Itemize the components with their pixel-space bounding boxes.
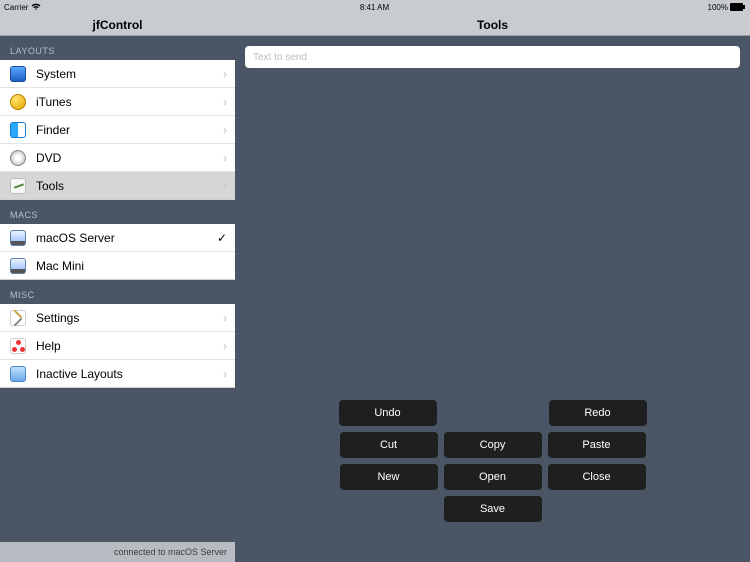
status-bar: Carrier 8:41 AM 100%	[0, 0, 750, 14]
sidebar-item-help[interactable]: Help ›	[0, 332, 235, 360]
sidebar-item-settings[interactable]: Settings ›	[0, 304, 235, 332]
tools-icon	[8, 176, 28, 196]
redo-button[interactable]: Redo	[549, 400, 647, 426]
connection-status: connected to macOS Server	[0, 542, 235, 562]
sidebar-item-label: Finder	[36, 123, 223, 137]
sidebar-item-label: System	[36, 67, 223, 81]
chevron-right-icon: ›	[223, 179, 227, 193]
new-button[interactable]: New	[340, 464, 438, 490]
copy-button[interactable]: Copy	[444, 432, 542, 458]
sidebar-item-tools[interactable]: Tools ›	[0, 172, 235, 200]
chevron-right-icon: ›	[223, 123, 227, 137]
page-title: Tools	[235, 14, 750, 35]
section-header-misc: MISC	[0, 280, 235, 304]
finder-icon	[8, 120, 28, 140]
chevron-right-icon: ›	[223, 311, 227, 325]
button-grid: Undo Redo Cut Copy Paste New Open Close …	[245, 400, 740, 552]
chevron-right-icon: ›	[223, 67, 227, 81]
sidebar-item-label: iTunes	[36, 95, 223, 109]
sidebar-item-label: DVD	[36, 151, 223, 165]
help-icon	[8, 336, 28, 356]
battery-icon	[730, 3, 746, 11]
sidebar-item-inactive-layouts[interactable]: Inactive Layouts ›	[0, 360, 235, 388]
misc-list: Settings › Help › Inactive Layouts ›	[0, 304, 235, 388]
sidebar-item-macos-server[interactable]: macOS Server ✓	[0, 224, 235, 252]
text-to-send-input[interactable]	[245, 46, 740, 68]
open-button[interactable]: Open	[444, 464, 542, 490]
sidebar-item-system[interactable]: System ›	[0, 60, 235, 88]
chevron-right-icon: ›	[223, 367, 227, 381]
section-header-layouts: LAYOUTS	[0, 36, 235, 60]
section-header-macs: MACS	[0, 200, 235, 224]
chevron-right-icon: ›	[223, 339, 227, 353]
carrier-label: Carrier	[4, 3, 28, 12]
sidebar-item-label: Tools	[36, 179, 223, 193]
sidebar-item-label: Settings	[36, 311, 223, 325]
save-button[interactable]: Save	[444, 496, 542, 522]
layouts-list: System › iTunes › Finder › DVD ›	[0, 60, 235, 200]
sidebar-item-itunes[interactable]: iTunes ›	[0, 88, 235, 116]
header: jfControl Tools	[0, 14, 750, 36]
sidebar-item-label: Mac Mini	[36, 259, 227, 273]
sidebar: LAYOUTS System › iTunes › Finder ›	[0, 36, 235, 562]
cut-button[interactable]: Cut	[340, 432, 438, 458]
system-icon	[8, 64, 28, 84]
dvd-icon	[8, 148, 28, 168]
main-panel: Undo Redo Cut Copy Paste New Open Close …	[235, 36, 750, 562]
undo-button[interactable]: Undo	[339, 400, 437, 426]
status-time: 8:41 AM	[41, 3, 707, 12]
mac-icon	[8, 228, 28, 248]
sidebar-item-mac-mini[interactable]: Mac Mini	[0, 252, 235, 280]
sidebar-item-label: Help	[36, 339, 223, 353]
sidebar-title: jfControl	[0, 14, 235, 35]
battery-label: 100%	[708, 3, 728, 12]
sidebar-item-finder[interactable]: Finder ›	[0, 116, 235, 144]
inactive-layouts-icon	[8, 364, 28, 384]
settings-icon	[8, 308, 28, 328]
close-button[interactable]: Close	[548, 464, 646, 490]
paste-button[interactable]: Paste	[548, 432, 646, 458]
chevron-right-icon: ›	[223, 151, 227, 165]
itunes-icon	[8, 92, 28, 112]
checkmark-icon: ✓	[217, 231, 227, 245]
chevron-right-icon: ›	[223, 95, 227, 109]
wifi-icon	[31, 3, 41, 11]
sidebar-item-dvd[interactable]: DVD ›	[0, 144, 235, 172]
sidebar-item-label: Inactive Layouts	[36, 367, 223, 381]
sidebar-item-label: macOS Server	[36, 231, 217, 245]
macs-list: macOS Server ✓ Mac Mini	[0, 224, 235, 280]
mac-icon	[8, 256, 28, 276]
